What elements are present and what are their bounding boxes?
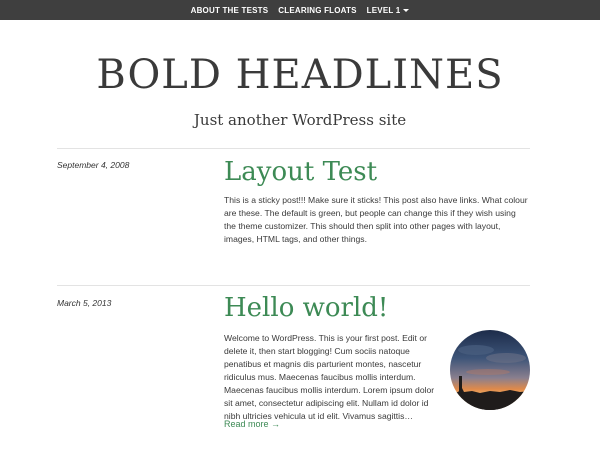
divider [57,285,530,286]
divider [57,148,530,149]
nav-item-label: CLEARING FLOATS [278,5,357,15]
read-more-link[interactable]: Read more → [224,419,280,429]
chevron-down-icon [403,9,410,12]
featured-image[interactable] [450,330,530,410]
nav-item-clearing-floats[interactable]: CLEARING FLOATS [278,6,356,15]
post-title-link[interactable]: Layout Test [224,156,377,188]
nav-item-label: LEVEL 1 [366,5,401,15]
nav-item-about-the-tests[interactable]: ABOUT THE TESTS [191,6,269,15]
site-tagline: Just another WordPress site [193,111,407,129]
top-nav-bar: ABOUT THE TESTS CLEARING FLOATS LEVEL 1 [0,0,600,20]
post-date: March 5, 2013 [57,298,112,308]
post-title-link[interactable]: Hello world! [224,292,388,324]
nav-item-label: ABOUT THE TESTS [190,5,269,15]
post-excerpt: This is a sticky post!!! Make sure it st… [224,195,528,244]
post-excerpt: Welcome to WordPress. This is your first… [224,333,435,421]
site-title[interactable]: BOLD HEADLINES [0,50,600,100]
post-date: September 4, 2008 [57,160,130,170]
sunset-image [450,330,530,410]
nav-item-level-1[interactable]: LEVEL 1 [367,6,410,15]
